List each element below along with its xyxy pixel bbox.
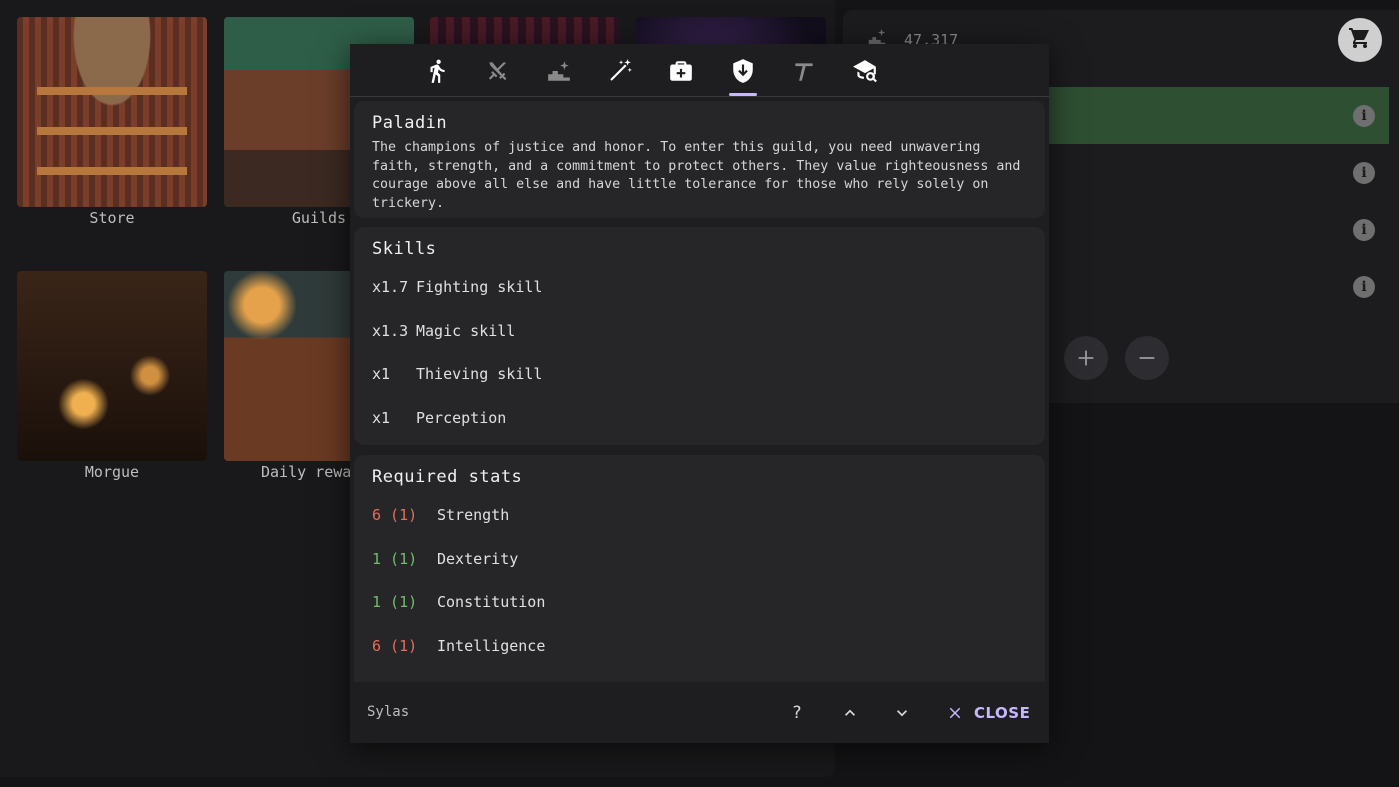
minus-button[interactable] [1125,336,1169,380]
tab-paladin[interactable] [726,54,760,88]
shield-icon [733,59,753,83]
tab-walking[interactable] [420,54,454,88]
medical-bag-icon [670,61,692,81]
guild-description-card: Paladin The champions of justice and hon… [354,101,1045,218]
skill-name: Thieving skill [416,365,543,384]
required-stats-card: Required stats 6 (1) Strength 1 (1) Dexteri… [354,455,1045,685]
next-button[interactable] [889,698,915,728]
plus-button[interactable] [1064,336,1108,380]
skill-name: Perception [416,408,507,427]
required-stat-value: 1 (1) [372,549,418,568]
skill-multiplier: x1 [372,365,391,384]
required-stat-value: 6 (1) [372,505,418,524]
skill-row: x1 Thieving skill [372,352,1027,396]
info-icon[interactable]: i [1353,219,1375,241]
skills-title: Skills [372,239,437,259]
skills-card: Skills x1.7 Fighting skill x1.3 Magic skill… [354,227,1045,445]
skill-multiplier: x1 [372,408,391,427]
required-stat-name: Strength [437,505,510,524]
guild-name: Paladin [372,113,448,133]
required-stat-name: Constitution [437,593,546,612]
help-button[interactable]: ? [784,698,810,728]
required-stats-list: 6 (1) Strength 1 (1) Dexterity 1 (1) Constitu… [372,493,1027,668]
tab-perception[interactable] [848,54,882,88]
tab-thieving[interactable] [787,54,821,88]
tab-leveling[interactable] [542,54,576,88]
search-hat-icon [853,60,877,83]
skill-row: x1.7 Fighting skill [372,265,1027,309]
cart-button[interactable] [1338,18,1382,62]
guild-tabs [350,44,1049,97]
walking-person-icon [430,59,445,83]
pickaxe-icon [795,63,813,81]
required-stat-value: 1 (1) [372,593,418,612]
store-tile[interactable] [17,17,207,207]
tab-magic[interactable] [603,54,637,88]
skill-name: Magic skill [416,321,516,340]
required-stat-row: 1 (1) Dexterity [372,537,1027,581]
required-stat-name: Dexterity [437,549,519,568]
morgue-label: Morgue [84,463,140,481]
close-label: CLOSE [974,704,1031,722]
skills-list: x1.7 Fighting skill x1.3 Magic skill x1 Thiev… [372,265,1027,440]
guild-description: The champions of justice and honor. To e… [372,140,1021,211]
tab-healing[interactable] [664,54,698,88]
required-stat-row: 1 (1) Constitution [372,580,1027,624]
close-icon [949,707,961,719]
previous-button[interactable] [837,698,863,728]
skill-row: x1.3 Magic skill [372,309,1027,353]
required-stat-row: 6 (1) Strength [372,493,1027,537]
required-stat-name: Intelligence [437,636,546,655]
close-button[interactable]: CLOSE [946,698,1030,728]
plus-icon [1078,350,1094,366]
required-stats-title: Required stats [372,467,523,487]
info-icon[interactable]: i [1353,105,1375,127]
guild-info-dialog: Paladin The champions of justice and hon… [350,44,1049,743]
skill-multiplier: x1.7 [372,277,409,296]
store-label: Store [89,209,135,227]
skill-multiplier: x1.3 [372,321,409,340]
cart-icon [1348,26,1372,54]
info-icon[interactable]: i [1353,162,1375,184]
skill-row: x1 Perception [372,396,1027,440]
dialog-footer: Sylas ? CLOSE [350,682,1049,743]
minus-icon [1139,357,1155,359]
magic-wand-icon [610,59,632,81]
info-icon[interactable]: i [1353,276,1375,298]
tab-fighting[interactable] [481,54,515,88]
character-name: Sylas [367,704,410,720]
morgue-tile[interactable] [17,271,207,461]
chevron-up-icon [845,709,855,716]
required-stat-value: 6 (1) [372,636,418,655]
active-tab-indicator [729,93,757,96]
chevron-down-icon [897,710,907,717]
sparkle-stairs-icon [548,61,570,81]
skill-name: Fighting skill [416,277,543,296]
selected-row[interactable] [1049,87,1389,144]
required-stat-row: 6 (1) Intelligence [372,624,1027,668]
crossed-swords-icon [488,62,507,81]
